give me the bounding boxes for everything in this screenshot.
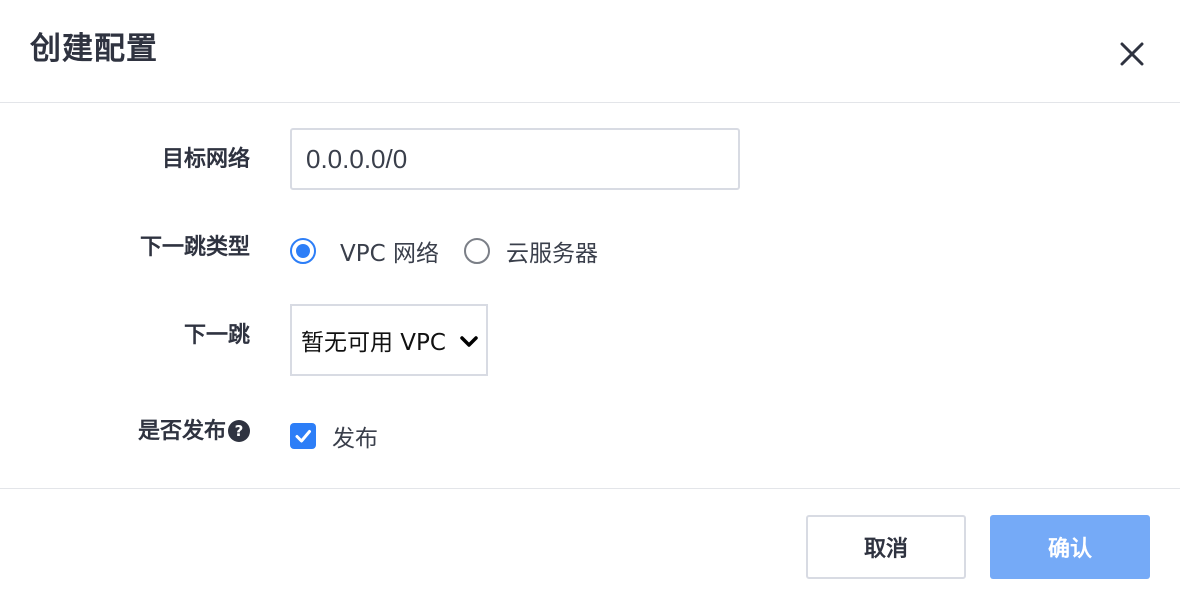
radio-vpc-network-indicator <box>290 238 316 264</box>
publish-label: 是否发布 <box>137 419 226 444</box>
confirm-button[interactable]: 确认 <box>990 515 1150 579</box>
dialog-footer: 取消 确认 <box>0 488 1180 596</box>
question-circle-icon[interactable]: ? <box>228 420 250 442</box>
radio-vpc-network[interactable]: VPC 网络 <box>290 234 439 268</box>
radio-cloud-server-label: 云服务器 <box>506 241 598 267</box>
create-config-dialog: 创建配置 目标网络 下一跳类型 VPC 网络 云服务器 下一跳 暂无可用 VPC… <box>0 0 1180 596</box>
publish-label-group: 是否发布? <box>138 417 250 447</box>
dialog-header: 创建配置 <box>0 0 1180 103</box>
chevron-down-icon <box>460 336 478 347</box>
target-network-label: 目标网络 <box>161 147 250 172</box>
next-hop-select-value: 暂无可用 VPC <box>301 330 446 356</box>
next-hop-select[interactable]: 暂无可用 VPC <box>290 304 488 376</box>
dialog-title: 创建配置 <box>30 31 158 67</box>
radio-cloud-server-indicator <box>464 238 490 264</box>
close-icon <box>1120 42 1144 66</box>
target-network-input[interactable] <box>290 128 740 190</box>
publish-checkbox[interactable]: 发布 <box>290 419 378 453</box>
check-icon <box>295 430 311 443</box>
next-hop-label: 下一跳 <box>183 323 250 348</box>
publish-checkbox-label: 发布 <box>332 426 378 452</box>
next-hop-type-label: 下一跳类型 <box>139 235 250 260</box>
publish-checkbox-indicator <box>290 423 316 449</box>
radio-vpc-network-label: VPC 网络 <box>340 241 439 267</box>
radio-cloud-server[interactable]: 云服务器 <box>464 234 598 268</box>
close-button[interactable] <box>1112 34 1152 74</box>
cancel-button[interactable]: 取消 <box>806 515 966 579</box>
